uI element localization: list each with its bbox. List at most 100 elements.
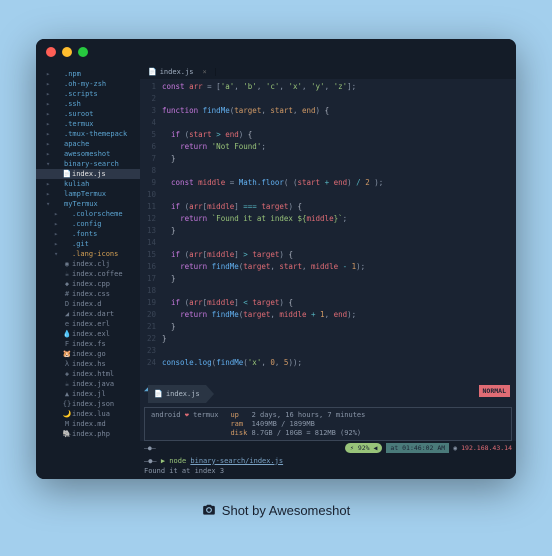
code-line[interactable]: return findMe(target, start, middle - 1)…	[162, 261, 516, 273]
close-window-button[interactable]	[46, 47, 56, 57]
file-item[interactable]: 🌙index.lua	[36, 409, 140, 419]
code-line[interactable]	[162, 93, 516, 105]
folder-item[interactable]: ▸apache	[36, 139, 140, 149]
code-line[interactable]	[162, 165, 516, 177]
close-tab-icon[interactable]: ×	[202, 68, 206, 76]
line-number: 23	[140, 345, 156, 357]
file-item[interactable]: ◆index.cpp	[36, 279, 140, 289]
status-extra-icon: ◉	[453, 444, 457, 452]
file-item[interactable]: Dindex.d	[36, 299, 140, 309]
editor-tab[interactable]: 📄 index.js ×	[140, 68, 216, 76]
folder-item[interactable]: ▸.tmux-themepack	[36, 129, 140, 139]
line-number: 6	[140, 141, 156, 153]
file-item[interactable]: {}index.json	[36, 399, 140, 409]
file-item[interactable]: 💧index.exl	[36, 329, 140, 339]
code-line[interactable]: }	[162, 153, 516, 165]
folder-item[interactable]: ▸.termux	[36, 119, 140, 129]
folder-item[interactable]: ▾binary-search	[36, 159, 140, 169]
file-item[interactable]: ☕index.coffee	[36, 269, 140, 279]
status-left-decor: —●—	[144, 444, 156, 452]
script-path: binary-search/index.js	[190, 457, 283, 465]
badge-arrow	[206, 385, 214, 403]
heart-icon: ❤	[185, 411, 189, 419]
status-area: ◢ 📄 index.js NORMAL android ❤ termux up …	[140, 382, 516, 441]
folder-item[interactable]: ▸.fonts	[36, 229, 140, 239]
file-item[interactable]: eindex.erl	[36, 319, 140, 329]
code-line[interactable]	[162, 189, 516, 201]
code-line[interactable]: if (arr[middle] > target) {	[162, 249, 516, 261]
file-item[interactable]: 🐘index.php	[36, 429, 140, 439]
folder-item[interactable]: ▸kuliah	[36, 179, 140, 189]
folder-item[interactable]: ▾.lang-icons	[36, 249, 140, 259]
folder-item[interactable]: ▸.scripts	[36, 89, 140, 99]
current-file-label: index.js	[166, 390, 200, 398]
line-number: 1	[140, 81, 156, 93]
folder-item[interactable]: ▸.config	[36, 219, 140, 229]
file-item[interactable]: 📄index.js	[36, 169, 140, 179]
folder-item[interactable]: ▸awesomeshot	[36, 149, 140, 159]
line-number: 9	[140, 177, 156, 189]
code-line[interactable]: return findMe(target, middle + 1, end);	[162, 309, 516, 321]
folder-item[interactable]: ▸.ssh	[36, 99, 140, 109]
code-line[interactable]: }	[162, 273, 516, 285]
line-number: 11	[140, 201, 156, 213]
line-number: 21	[140, 321, 156, 333]
file-item[interactable]: ◉index.clj	[36, 259, 140, 269]
file-item[interactable]: #index.css	[36, 289, 140, 299]
folder-item[interactable]: ▸lampTermux	[36, 189, 140, 199]
code-editor[interactable]: 123456789101112131415161718192021222324 …	[140, 79, 516, 382]
code-line[interactable]: const middle = Math.floor( (start + end)…	[162, 177, 516, 189]
ram-value: 1409MB / 1899MB	[252, 420, 315, 428]
code-line[interactable]	[162, 237, 516, 249]
shell-prompt[interactable]: —●— ▶ node binary-search/index.js	[140, 455, 516, 467]
code-line[interactable]: if (arr[middle] === target) {	[162, 201, 516, 213]
folder-item[interactable]: ▸.oh-my-zsh	[36, 79, 140, 89]
code-line[interactable]: return `Found it at index ${middle}`;	[162, 213, 516, 225]
file-badge: 📄 index.js	[148, 385, 205, 403]
image-caption: Shot by Awesomeshot	[202, 503, 350, 518]
ram-label: ram	[230, 420, 243, 428]
file-tree-sidebar[interactable]: ▸.npm▸.oh-my-zsh▸.scripts▸.ssh▸.suroot▸.…	[36, 65, 140, 479]
code-line[interactable]: function findMe(target, start, end) {	[162, 105, 516, 117]
file-item[interactable]: ◢index.dart	[36, 309, 140, 319]
line-number: 18	[140, 285, 156, 297]
code-line[interactable]: console.log(findMe('x', 0, 5));	[162, 357, 516, 369]
file-icon: 📄	[154, 390, 163, 398]
file-item[interactable]: ◈index.html	[36, 369, 140, 379]
code-line[interactable]	[162, 345, 516, 357]
uptime-value: 2 days, 16 hours, 7 minutes	[252, 411, 366, 419]
line-number: 8	[140, 165, 156, 177]
minimize-window-button[interactable]	[62, 47, 72, 57]
file-item[interactable]: ▲index.jl	[36, 389, 140, 399]
folder-item[interactable]: ▸.git	[36, 239, 140, 249]
titlebar	[36, 39, 516, 65]
code-line[interactable]: }	[162, 333, 516, 345]
code-content[interactable]: const arr = ['a', 'b', 'c', 'x', 'y', 'z…	[162, 79, 516, 382]
line-number: 19	[140, 297, 156, 309]
file-icon: 📄	[148, 68, 157, 76]
folder-item[interactable]: ▸.colorscheme	[36, 209, 140, 219]
code-line[interactable]: if (arr[middle] < target) {	[162, 297, 516, 309]
line-number: 24	[140, 357, 156, 369]
code-line[interactable]	[162, 285, 516, 297]
file-item[interactable]: Findex.fs	[36, 339, 140, 349]
code-line[interactable]: return 'Not Found';	[162, 141, 516, 153]
code-line[interactable]: }	[162, 321, 516, 333]
line-number: 5	[140, 129, 156, 141]
code-line[interactable]: }	[162, 225, 516, 237]
file-item[interactable]: λindex.hs	[36, 359, 140, 369]
folder-item[interactable]: ▾myTermux	[36, 199, 140, 209]
file-item[interactable]: Mindex.md	[36, 419, 140, 429]
code-line[interactable]	[162, 117, 516, 129]
folder-item[interactable]: ▸.suroot	[36, 109, 140, 119]
line-number: 4	[140, 117, 156, 129]
line-number: 20	[140, 309, 156, 321]
terminal-output: Found it at index 3	[140, 467, 516, 479]
code-line[interactable]: const arr = ['a', 'b', 'c', 'x', 'y', 'z…	[162, 81, 516, 93]
file-item[interactable]: ☕index.java	[36, 379, 140, 389]
file-item[interactable]: 🐹index.go	[36, 349, 140, 359]
line-number: 22	[140, 333, 156, 345]
folder-item[interactable]: ▸.npm	[36, 69, 140, 79]
maximize-window-button[interactable]	[78, 47, 88, 57]
code-line[interactable]: if (start > end) {	[162, 129, 516, 141]
